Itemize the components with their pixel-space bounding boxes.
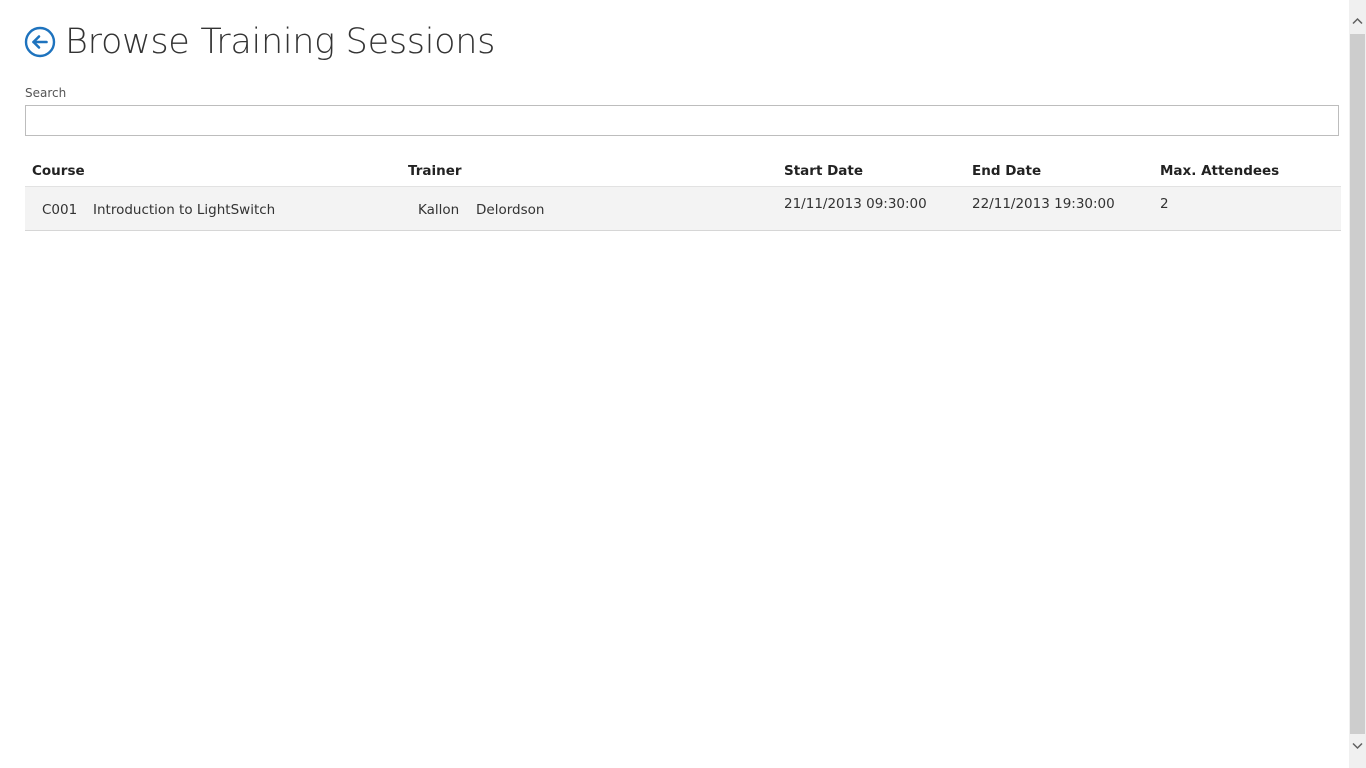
- search-label: Search: [25, 86, 67, 100]
- column-header-start-date[interactable]: Start Date: [784, 163, 863, 179]
- chevron-down-icon: [1352, 742, 1363, 749]
- page-title: Browse Training Sessions: [65, 22, 496, 62]
- chevron-up-icon: [1352, 17, 1363, 24]
- back-button[interactable]: [24, 26, 56, 58]
- back-arrow-circle-icon: [24, 26, 56, 58]
- course-code: C001: [42, 202, 78, 218]
- end-date: 22/11/2013 19:30:00: [972, 196, 1115, 212]
- trainer-last-name: Delordson: [476, 202, 545, 218]
- browse-sessions-screen: Browse Training Sessions Search Course T…: [0, 0, 1349, 768]
- scroll-down-button[interactable]: [1349, 737, 1366, 754]
- sessions-table: Course Trainer Start Date End Date Max. …: [25, 156, 1341, 231]
- page-header: Browse Training Sessions: [24, 18, 495, 66]
- start-date: 21/11/2013 09:30:00: [784, 196, 927, 212]
- column-header-end-date[interactable]: End Date: [972, 163, 1041, 179]
- table-row[interactable]: C001 Introduction to LightSwitch Kallon …: [25, 187, 1341, 231]
- table-header: Course Trainer Start Date End Date Max. …: [25, 156, 1341, 187]
- scroll-up-button[interactable]: [1349, 12, 1366, 29]
- vertical-scrollbar[interactable]: [1349, 0, 1366, 768]
- column-header-course[interactable]: Course: [32, 163, 85, 179]
- search-input[interactable]: [25, 105, 1339, 136]
- column-header-max-attendees[interactable]: Max. Attendees: [1160, 163, 1279, 179]
- column-header-trainer[interactable]: Trainer: [408, 163, 462, 179]
- scroll-thumb[interactable]: [1350, 34, 1365, 734]
- trainer-first-name: Kallon: [418, 202, 460, 218]
- max-attendees: 2: [1160, 196, 1169, 212]
- course-name: Introduction to LightSwitch: [93, 202, 276, 218]
